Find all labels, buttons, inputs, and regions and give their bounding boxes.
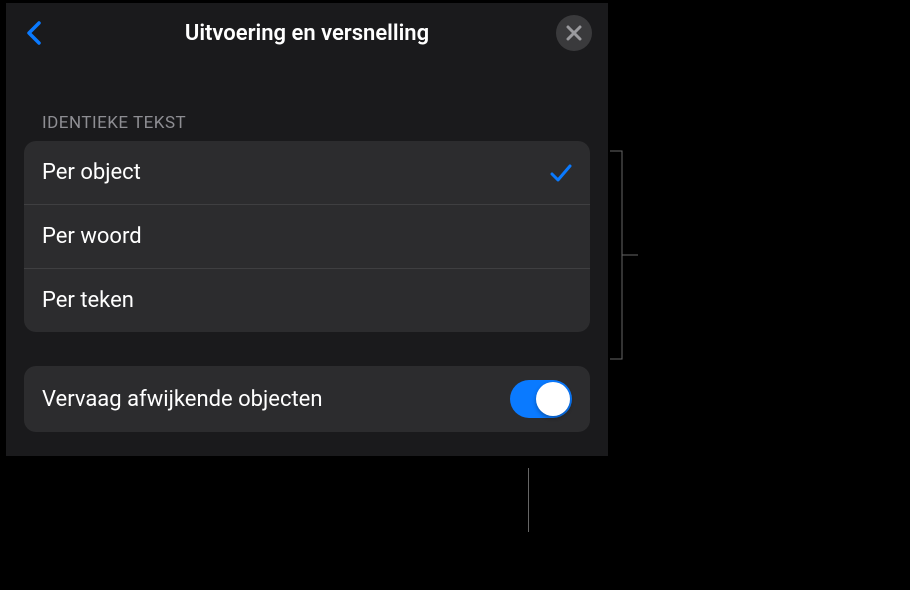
panel-header: Uitvoering en versnelling [6, 3, 608, 63]
option-per-character[interactable]: Per teken [24, 269, 590, 332]
callout-line [528, 468, 529, 532]
option-label: Per teken [42, 288, 134, 313]
options-list: Per object Per woord Per teken [24, 141, 590, 332]
toggle-thumb [536, 382, 570, 416]
toggle-label: Vervaag afwijkende objecten [42, 387, 323, 412]
close-button[interactable] [556, 15, 592, 51]
section-header: IDENTIEKE TEKST [24, 113, 590, 133]
page-title: Uitvoering en versnelling [185, 21, 429, 46]
close-icon [566, 25, 582, 41]
fade-toggle-switch[interactable] [510, 380, 572, 418]
panel-content: IDENTIEKE TEKST Per object Per woord Per… [6, 63, 608, 456]
chevron-left-icon [25, 19, 43, 47]
checkmark-icon [550, 162, 572, 184]
option-label: Per object [42, 160, 141, 185]
option-label: Per woord [42, 224, 142, 249]
toggle-group: Vervaag afwijkende objecten [24, 366, 590, 432]
option-per-word[interactable]: Per woord [24, 205, 590, 269]
fade-toggle-row: Vervaag afwijkende objecten [24, 366, 590, 432]
callout-bracket [610, 150, 638, 360]
option-per-object[interactable]: Per object [24, 141, 590, 205]
settings-panel: Uitvoering en versnelling IDENTIEKE TEKS… [6, 3, 608, 456]
back-button[interactable] [22, 19, 46, 47]
